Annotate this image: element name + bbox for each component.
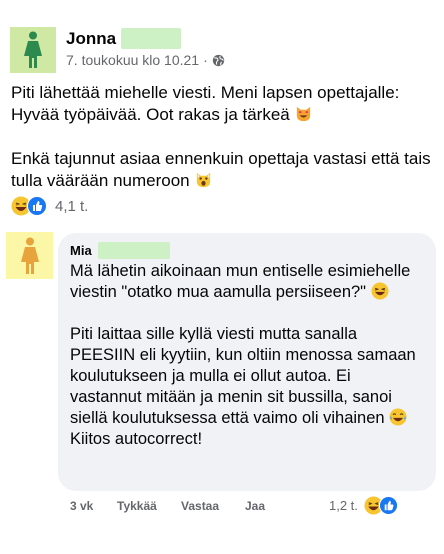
comment-reactions[interactable]: 1,2 t. bbox=[329, 496, 398, 515]
post-reaction-count[interactable]: 4,1 t. bbox=[55, 198, 88, 215]
comment-body: Mä lähetin aikoinaan mun entiselle esimi… bbox=[70, 261, 424, 450]
like-reaction-icon bbox=[378, 496, 398, 515]
comment-bubble: Mia Mä lähetin aikoinaan mun entiselle e… bbox=[58, 233, 436, 491]
share-button[interactable]: Jaa bbox=[245, 499, 265, 513]
comment-time[interactable]: 3 vk bbox=[70, 499, 93, 513]
post-reactions[interactable]: 4,1 t. bbox=[11, 196, 88, 216]
redacted-surname bbox=[121, 28, 182, 49]
globe-icon bbox=[212, 54, 224, 66]
comment-paragraph: Mä lähetin aikoinaan mun entiselle esimi… bbox=[70, 262, 411, 301]
post-author-avatar[interactable] bbox=[10, 27, 56, 73]
grinning-squinting-emoji-icon bbox=[371, 282, 389, 300]
post-author[interactable]: Jonna bbox=[66, 28, 182, 49]
like-reaction-icon bbox=[27, 196, 47, 216]
comment-author-avatar[interactable] bbox=[6, 232, 53, 279]
comment-reaction-count[interactable]: 1,2 t. bbox=[329, 498, 358, 513]
comment-paragraph: Piti laittaa sille kyllä viesti mutta sa… bbox=[70, 325, 416, 448]
post-author-name[interactable]: Jonna bbox=[66, 29, 116, 49]
post-timestamp[interactable]: 7. toukokuu klo 10.21 bbox=[66, 52, 199, 68]
tears-of-joy-emoji-icon bbox=[389, 408, 407, 426]
redacted-surname bbox=[97, 242, 170, 259]
comment-author-name[interactable]: Mia bbox=[70, 243, 92, 258]
post-paragraph: Piti lähettää miehelle viesti. Meni laps… bbox=[11, 83, 400, 124]
reply-button[interactable]: Vastaa bbox=[181, 499, 219, 513]
comment-author[interactable]: Mia bbox=[70, 242, 424, 259]
woman-figure-icon bbox=[20, 237, 39, 274]
meta-separator: · bbox=[203, 52, 208, 68]
like-button[interactable]: Tykkää bbox=[117, 499, 157, 513]
heart-eyes-cat-emoji-icon bbox=[297, 106, 311, 122]
weary-cat-emoji-icon bbox=[197, 172, 211, 188]
post-paragraph: Enkä tajunnut asiaa ennenkuin opettaja v… bbox=[11, 149, 431, 190]
woman-figure-icon bbox=[24, 31, 42, 68]
post-body: Piti lähettää miehelle viesti. Meni laps… bbox=[11, 82, 436, 192]
post-meta: 7. toukokuu klo 10.21 · bbox=[66, 52, 225, 68]
